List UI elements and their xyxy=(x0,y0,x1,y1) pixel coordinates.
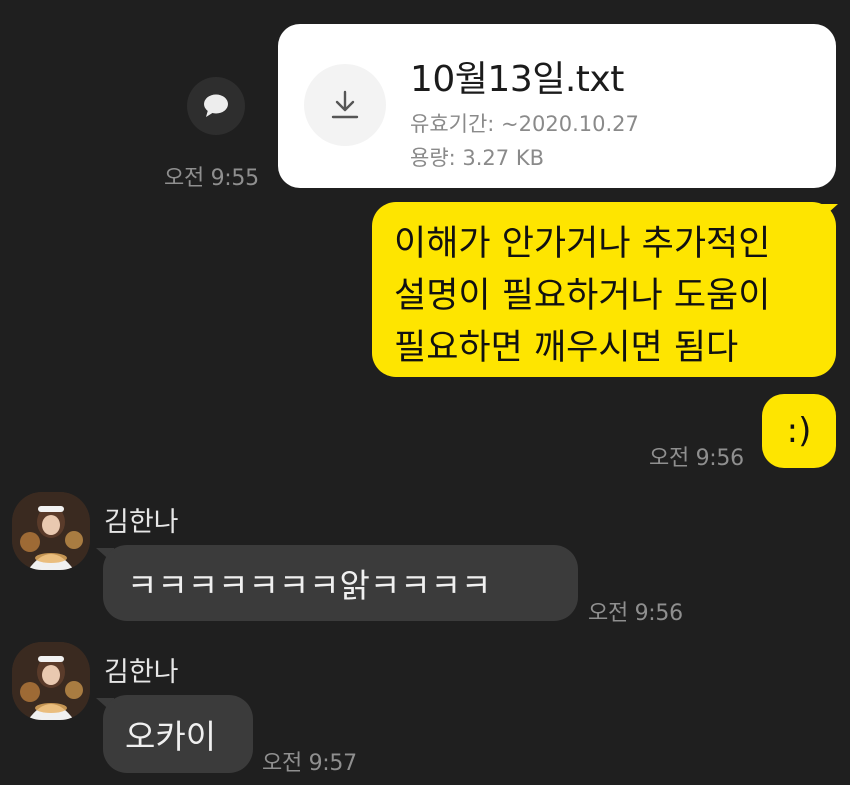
message-line: 필요하면 깨우시면 됨다 xyxy=(394,328,739,368)
message-text: ㅋㅋㅋㅋㅋㅋㅋ앍ㅋㅋㅋㅋ xyxy=(127,566,492,605)
file-size: 용량: 3.27 KB xyxy=(410,146,545,170)
avatar[interactable] xyxy=(12,642,90,720)
speech-bubble-icon xyxy=(204,94,228,117)
share-button[interactable] xyxy=(187,77,245,135)
timestamp: 오전 9:55 xyxy=(164,166,259,191)
incoming-message-bubble[interactable]: 오카이 xyxy=(103,695,253,773)
download-icon xyxy=(331,90,359,119)
message-text: 오카이 xyxy=(125,717,217,756)
file-expiry: 유효기간: ~2020.10.27 xyxy=(410,112,639,136)
sender-name: 김한나 xyxy=(104,507,179,538)
message-text: :) xyxy=(786,411,812,451)
message-line: 이해가 안가거나 추가적인 xyxy=(394,224,771,264)
profile-photo xyxy=(12,492,90,570)
sender-name: 김한나 xyxy=(104,657,179,688)
download-button[interactable] xyxy=(304,64,386,146)
timestamp: 오전 9:57 xyxy=(262,751,357,776)
avatar[interactable] xyxy=(12,492,90,570)
outgoing-message-bubble[interactable]: :) xyxy=(762,394,836,468)
file-attachment-card[interactable]: 10월13일.txt 유효기간: ~2020.10.27 용량: 3.27 KB xyxy=(278,24,836,188)
timestamp: 오전 9:56 xyxy=(588,601,683,626)
file-name: 10월13일.txt xyxy=(410,59,624,100)
message-line: 설명이 필요하거나 도움이 xyxy=(394,276,771,316)
incoming-message-bubble[interactable]: ㅋㅋㅋㅋㅋㅋㅋ앍ㅋㅋㅋㅋ xyxy=(103,545,578,621)
outgoing-message-bubble[interactable]: 이해가 안가거나 추가적인 설명이 필요하거나 도움이 필요하면 깨우시면 됨다 xyxy=(372,202,836,377)
timestamp: 오전 9:56 xyxy=(649,446,744,471)
chat-room: 오전 9:55 10월13일.txt 유효기간: ~2020.10.27 용량:… xyxy=(0,0,850,785)
profile-photo xyxy=(12,642,90,720)
